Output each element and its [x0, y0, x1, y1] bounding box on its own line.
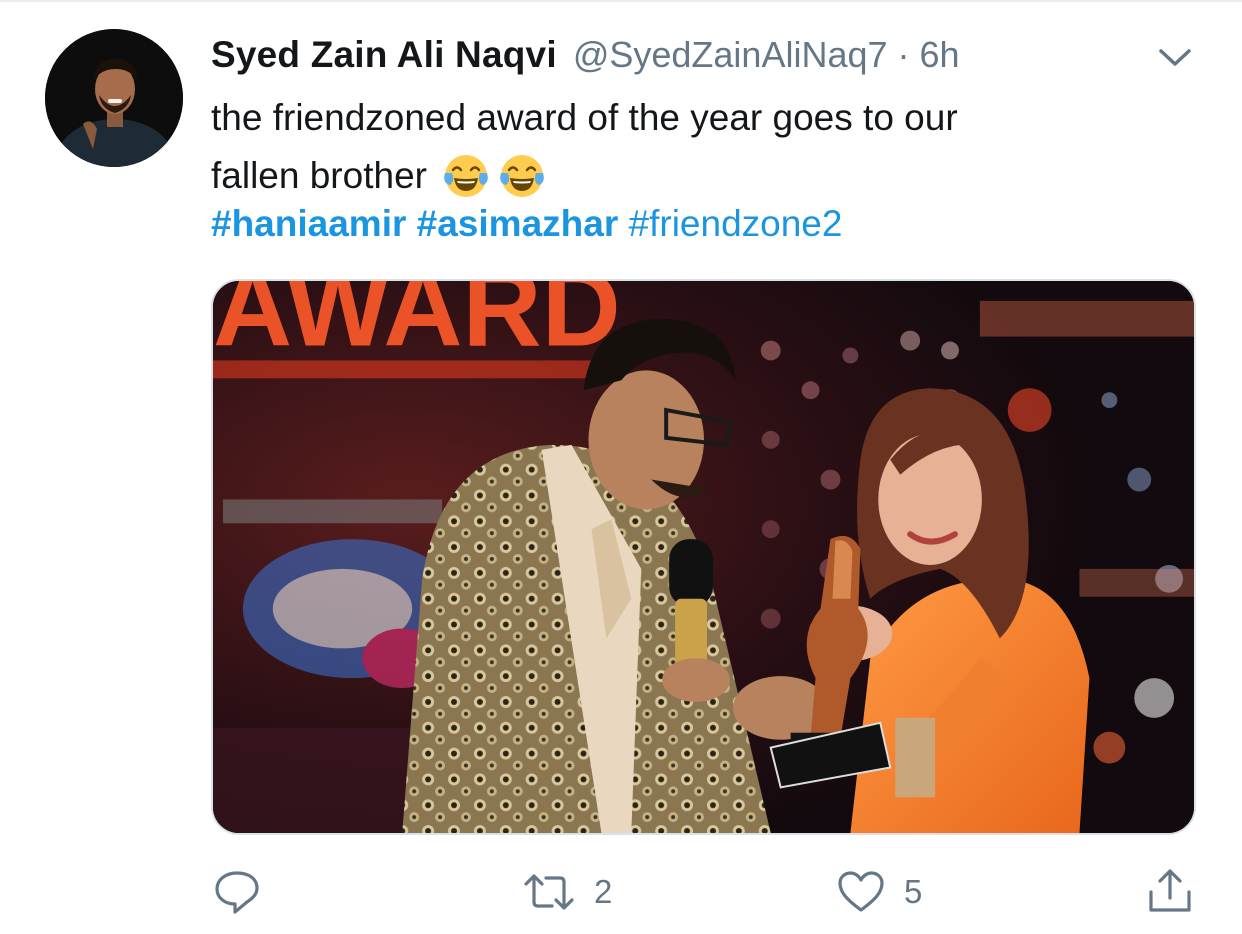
divider: [0, 0, 1242, 2]
avatar[interactable]: [45, 29, 183, 167]
separator-dot: ·: [897, 34, 910, 75]
face-with-tears-of-joy-icon: [441, 151, 491, 201]
more-options-button[interactable]: [1155, 42, 1195, 72]
award-ceremony-photo: AWARD: [213, 281, 1194, 833]
hashtag-link[interactable]: #haniaamir: [211, 203, 406, 244]
backdrop-text: AWARD: [213, 281, 621, 369]
display-name[interactable]: Syed Zain Ali Naqvi: [211, 34, 557, 76]
like-button[interactable]: 5: [836, 868, 922, 916]
avatar-image: [45, 29, 183, 167]
share-button[interactable]: [1145, 866, 1195, 916]
like-count: 5: [904, 873, 923, 910]
retweet-count: 2: [594, 873, 613, 910]
hashtag-link[interactable]: #friendzone2: [629, 203, 843, 244]
tweet-actions: 2 5: [0, 862, 1242, 922]
hashtag-list: #haniaamir #asimazhar #friendzone2: [211, 203, 842, 245]
reply-button[interactable]: [213, 868, 279, 916]
user-handle[interactable]: @SyedZainAliNaq7: [573, 34, 888, 76]
tweet-header: Syed Zain Ali Naqvi @SyedZainAliNaq7 · 6…: [211, 34, 960, 84]
tweet[interactable]: Syed Zain Ali Naqvi @SyedZainAliNaq7 · 6…: [0, 0, 1242, 934]
heart-icon: [838, 871, 884, 912]
tweet-text-line: fallen brother: [211, 151, 547, 201]
timestamp[interactable]: 6h: [920, 34, 960, 76]
retweet-button[interactable]: 2: [522, 868, 612, 916]
chevron-down-icon: [1159, 49, 1191, 66]
share-icon: [1149, 869, 1191, 912]
face-with-tears-of-joy-icon: [497, 151, 547, 201]
retweet-icon: [524, 874, 574, 910]
tweet-photo[interactable]: AWARD: [211, 279, 1196, 835]
tweet-text-fragment: fallen brother: [211, 155, 427, 196]
hashtag-link[interactable]: #asimazhar: [417, 203, 619, 244]
reply-icon: [215, 871, 259, 914]
tweet-text-line: the friendzoned award of the year goes t…: [211, 97, 958, 138]
